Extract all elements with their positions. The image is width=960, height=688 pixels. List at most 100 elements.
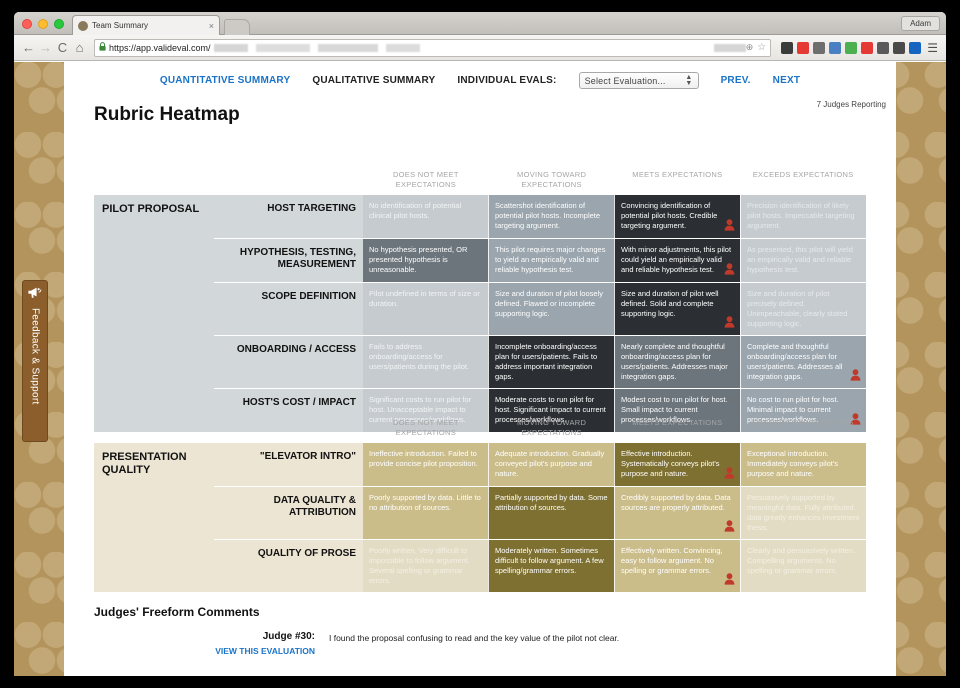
rubric-cell-4[interactable]: Precision identification of likely pilot… xyxy=(740,195,866,238)
rubric-cell-3[interactable]: Credibly supported by data. Data sources… xyxy=(614,487,740,539)
stylish-icon[interactable] xyxy=(877,41,890,54)
next-button[interactable]: NEXT xyxy=(773,75,800,86)
judge-marker-icon xyxy=(724,467,735,482)
close-window-button[interactable] xyxy=(22,19,32,29)
new-tab-button[interactable] xyxy=(224,19,250,35)
profile-button[interactable]: Adam xyxy=(901,16,940,31)
rubric-row: DATA QUALITY & ATTRIBUTION Poorly support… xyxy=(214,486,866,539)
rubric-cell-text: Exceptional introduction. Immediately co… xyxy=(747,449,839,478)
lastpass-icon[interactable] xyxy=(829,41,842,54)
rubric-cell-1[interactable]: Poorly supported by data. Little to no a… xyxy=(363,487,488,539)
rubric-cell-3[interactable]: Effectively written. Convincing, easy to… xyxy=(614,540,740,592)
rubric-cell-4[interactable]: Clearly and persuasively written. Compel… xyxy=(740,540,866,592)
tab-qualitative-summary[interactable]: QUALITATIVE SUMMARY xyxy=(312,75,435,86)
feedback-support-tab[interactable]: Feedback & Support xyxy=(22,280,48,442)
rubric-cells: Poorly supported by data. Little to no a… xyxy=(363,487,866,539)
rubric-cell-text: Adequate introduction. Gradually conveye… xyxy=(495,449,605,478)
pinterest-icon[interactable] xyxy=(893,41,906,54)
rubric-cell-1[interactable]: Ineffective introduction. Failed to prov… xyxy=(363,443,488,486)
rubric-cell-3[interactable]: Convincing identification of potential p… xyxy=(614,195,740,238)
rubric-cell-2[interactable]: Moderately written. Sometimes difficult … xyxy=(488,540,614,592)
rubric-cell-text: Complete and thoughtful onboarding/acces… xyxy=(747,342,843,381)
browser-toolbar: ← → C ⌂ https://app.valideval.com/ ⊕ ☆ ☰ xyxy=(14,35,946,61)
rubric-cell-text: Convincing identification of potential p… xyxy=(621,201,718,230)
rubric-cell-1[interactable]: No hypothesis presented, OR presented hy… xyxy=(363,239,488,282)
column-header-3: MEETS EXPECTATIONS xyxy=(632,418,723,427)
rubric-row: "ELEVATOR INTRO" Ineffective introduction… xyxy=(214,443,866,486)
home-icon[interactable]: ⌂ xyxy=(71,40,88,55)
close-tab-icon[interactable]: × xyxy=(209,21,214,31)
download-icon[interactable] xyxy=(909,41,922,54)
rubric-cells: Pilot undefined in terms of size or dura… xyxy=(363,283,866,335)
grammarly-icon[interactable] xyxy=(845,41,858,54)
prev-button[interactable]: PREV. xyxy=(721,75,751,86)
rubric-row: QUALITY OF PROSE Poorly written. Very dif… xyxy=(214,539,866,592)
rubric-cell-4[interactable]: Complete and thoughtful onboarding/acces… xyxy=(740,336,866,388)
browser-menu-icon[interactable]: ☰ xyxy=(927,41,938,55)
rubric-cell-1[interactable]: Poorly written. Very difficult to imposs… xyxy=(363,540,488,592)
rubric-group-1: DOES NOT MEET EXPECTATIONS MOVING TOWARD … xyxy=(94,170,866,432)
browser-tab-strip: Team Summary × Adam xyxy=(14,12,946,35)
rubric-cell-text: Partially supported by data. Some attrib… xyxy=(495,493,608,512)
adblock-icon[interactable] xyxy=(861,41,874,54)
rubric-table: PILOT PROPOSAL HOST TARGETING No identific… xyxy=(94,195,866,432)
rubric-cell-1[interactable]: No identification of potential clinical … xyxy=(363,195,488,238)
extension-toolbar[interactable] xyxy=(781,41,922,54)
individual-evals-label: INDIVIDUAL EVALS: xyxy=(457,75,557,86)
zoom-icon[interactable]: ⊕ xyxy=(746,42,754,53)
tab-quantitative-summary[interactable]: QUANTITATIVE SUMMARY xyxy=(160,75,290,86)
rubric-cell-3[interactable]: Effective introduction. Systematically c… xyxy=(614,443,740,486)
minimize-window-button[interactable] xyxy=(38,19,48,29)
rubric-cell-1[interactable]: Pilot undefined in terms of size or dura… xyxy=(363,283,488,335)
reload-icon[interactable]: C xyxy=(54,40,71,55)
rubric-cell-4[interactable]: As presented, this pilot will yield an e… xyxy=(740,239,866,282)
rubric-row: ONBOARDING / ACCESS Fails to address onbo… xyxy=(214,335,866,388)
rubric-cell-2[interactable]: Scattershot identification of potential … xyxy=(488,195,614,238)
pocket-icon[interactable] xyxy=(781,41,794,54)
rubric-cell-2[interactable]: This pilot requires major changes to yie… xyxy=(488,239,614,282)
rubric-cell-4[interactable]: Persuasively supported by meaningful dat… xyxy=(740,487,866,539)
rubric-cell-text: Fails to address onboarding/access for u… xyxy=(369,342,470,371)
bookmark-star-icon[interactable]: ☆ xyxy=(757,42,766,53)
rubric-cell-text: This pilot requires major changes to yie… xyxy=(495,245,606,274)
address-bar[interactable]: https://app.valideval.com/ ⊕ ☆ xyxy=(94,38,772,57)
rubric-cell-4[interactable]: Size and duration of pilot precisely def… xyxy=(740,283,866,335)
rubric-cell-text: No identification of potential clinical … xyxy=(369,201,462,220)
column-header-2: MOVING TOWARD EXPECTATIONS xyxy=(517,418,587,437)
evaluation-select[interactable]: Select Evaluation... ▲ ▼ xyxy=(578,72,699,89)
view-evaluation-link[interactable]: VIEW THIS EVALUATION xyxy=(94,646,315,656)
rubric-cell-2[interactable]: Size and duration of pilot loosely defin… xyxy=(488,283,614,335)
browser-tab[interactable]: Team Summary × xyxy=(72,15,220,35)
maximize-window-button[interactable] xyxy=(54,19,64,29)
column-headers: DOES NOT MEET EXPECTATIONS MOVING TOWARD … xyxy=(94,170,866,190)
rubric-cells: No identification of potential clinical … xyxy=(363,195,866,238)
rubric-cell-text: Incomplete onboarding/access plan for us… xyxy=(495,342,598,381)
window-controls[interactable] xyxy=(22,19,64,29)
rubric-cell-1[interactable]: Fails to address onboarding/access for u… xyxy=(363,336,488,388)
feedly-icon[interactable] xyxy=(797,41,810,54)
criterion-label: HYPOTHESIS, TESTING, MEASUREMENT xyxy=(214,239,363,282)
app-navigation: QUANTITATIVE SUMMARY QUALITATIVE SUMMARY… xyxy=(64,72,896,89)
rubric-cells: No hypothesis presented, OR presented hy… xyxy=(363,239,866,282)
comments-list: Judge #30: VIEW THIS EVALUATION I found th… xyxy=(94,631,866,656)
rubric-cell-text: Nearly complete and thoughtful onboardin… xyxy=(621,342,728,381)
rubric-cell-2[interactable]: Incomplete onboarding/access plan for us… xyxy=(488,336,614,388)
rubric-cell-3[interactable]: Nearly complete and thoughtful onboardin… xyxy=(614,336,740,388)
rubric-cell-3[interactable]: Size and duration of pilot well defined.… xyxy=(614,283,740,335)
forward-icon[interactable]: → xyxy=(37,40,54,55)
rubric-cells: Poorly written. Very difficult to imposs… xyxy=(363,540,866,592)
column-header-3: MEETS EXPECTATIONS xyxy=(632,170,723,179)
rubric-cell-text: Moderately written. Sometimes difficult … xyxy=(495,546,604,575)
column-header-1: DOES NOT MEET EXPECTATIONS xyxy=(392,170,459,189)
evernote-icon[interactable] xyxy=(813,41,826,54)
rubric-cell-4[interactable]: Exceptional introduction. Immediately co… xyxy=(740,443,866,486)
rubric-cell-text: Size and duration of pilot well defined.… xyxy=(621,289,719,318)
rubric-cell-text: Poorly supported by data. Little to no a… xyxy=(369,493,481,512)
rubric-rows: "ELEVATOR INTRO" Ineffective introduction… xyxy=(214,443,866,592)
rubric-cell-2[interactable]: Adequate introduction. Gradually conveye… xyxy=(488,443,614,486)
rubric-cell-2[interactable]: Partially supported by data. Some attrib… xyxy=(488,487,614,539)
back-icon[interactable]: ← xyxy=(20,40,37,55)
rubric-cell-3[interactable]: With minor adjustments, this pilot could… xyxy=(614,239,740,282)
rubric-table: PRESENTATION QUALITY "ELEVATOR INTRO" Inef… xyxy=(94,443,866,592)
comment-meta: Judge #30: VIEW THIS EVALUATION xyxy=(94,631,329,656)
